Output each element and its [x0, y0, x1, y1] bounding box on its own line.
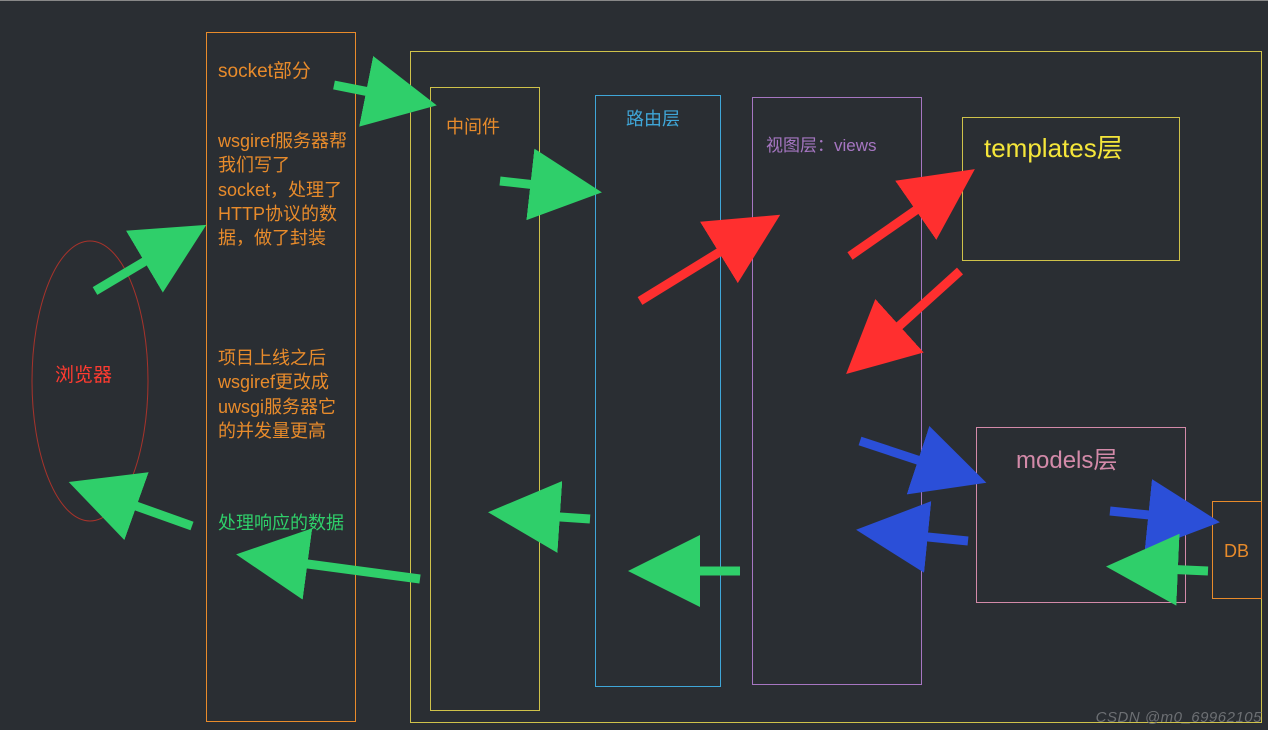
arrow-browser-to-socket: [95, 231, 196, 291]
diagram-canvas: 浏览器 socket部分 wsgiref服务器帮我们写了socket，处理了HT…: [0, 0, 1268, 730]
router-label: 路由层: [626, 107, 680, 131]
socket-title: socket部分: [218, 59, 311, 85]
db-label: DB: [1224, 539, 1249, 563]
middleware-box: [430, 87, 540, 711]
templates-label: templates层: [984, 131, 1123, 166]
views-box: [752, 97, 922, 685]
socket-desc2: 项目上线之后wsgiref更改成uwsgi服务器它的并发量更高: [218, 346, 353, 443]
watermark: CSDN @m0_69962105: [1096, 709, 1262, 726]
response-label: 处理响应的数据: [218, 511, 344, 535]
socket-desc1: wsgiref服务器帮我们写了socket，处理了HTTP协议的数据，做了封装: [218, 129, 348, 250]
models-label: models层: [1016, 445, 1117, 477]
views-label: 视图层：views: [766, 135, 877, 158]
middleware-label: 中间件: [446, 115, 500, 139]
router-box: [595, 95, 721, 687]
browser-label: 浏览器: [55, 363, 112, 389]
arrow-socket-return-browser: [80, 486, 192, 526]
